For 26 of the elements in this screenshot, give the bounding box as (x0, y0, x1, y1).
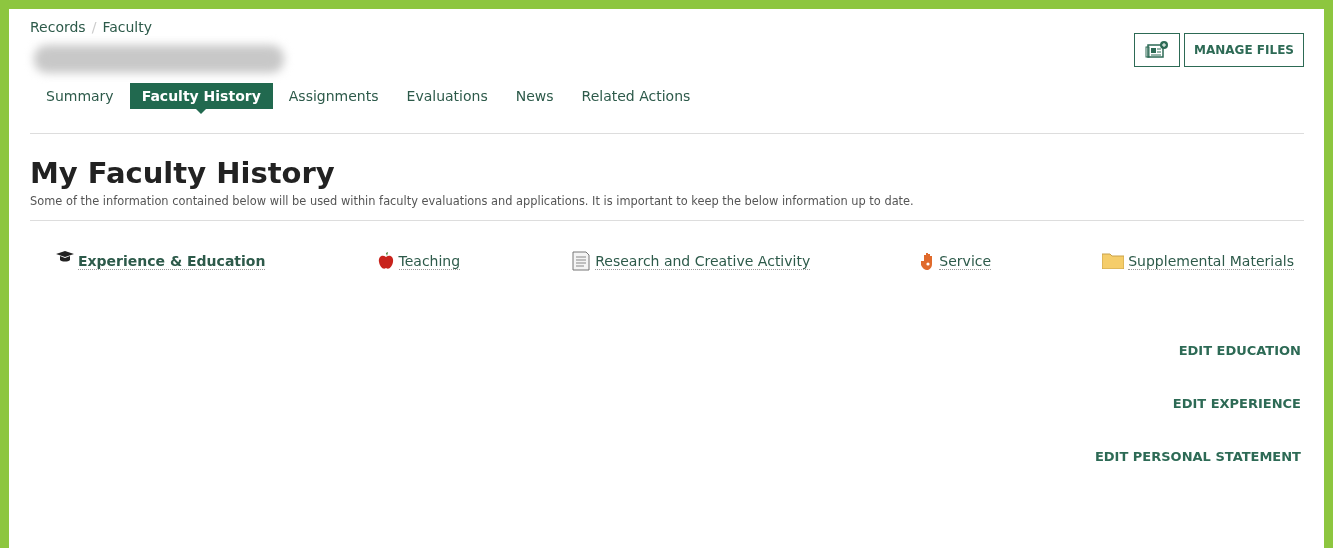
tab[interactable]: Assignments (276, 83, 391, 109)
tab[interactable]: Evaluations (394, 83, 500, 109)
tab[interactable]: Related Actions (569, 83, 703, 109)
edit-link[interactable]: EDIT PERSONAL STATEMENT (1094, 449, 1301, 464)
breadcrumb-link[interactable]: Records (30, 19, 86, 35)
add-document-icon (1145, 41, 1170, 59)
document-icon (571, 251, 592, 271)
edit-link[interactable]: EDIT EXPERIENCE (1172, 396, 1301, 411)
section-link[interactable]: Experience & Education (78, 252, 266, 270)
page-description: Some of the information contained below will be used within faculty evaluations and applications. It is important to keep the below information up to date. (30, 194, 1304, 221)
section-link[interactable]: Research and Creative Activity (595, 252, 811, 270)
breadcrumb-link[interactable]: Faculty (102, 19, 152, 35)
section-link[interactable]: Teaching (398, 252, 461, 270)
section-link[interactable]: Service (939, 252, 992, 270)
edit-link[interactable]: EDIT EDUCATION (1178, 343, 1301, 358)
apple-icon (376, 252, 395, 270)
section-link[interactable]: Supplemental Materials (1128, 252, 1294, 270)
manage-files-button[interactable]: MANAGE FILES (1184, 33, 1304, 67)
graduation-cap-icon (56, 251, 74, 263)
add-file-button[interactable] (1134, 33, 1181, 67)
folder-icon (1102, 253, 1125, 269)
tab[interactable]: News (503, 83, 566, 109)
tab[interactable]: Summary (34, 83, 126, 109)
breadcrumb-separator: / (91, 19, 97, 35)
page-title: My Faculty History (30, 156, 336, 190)
tab-pointer (196, 109, 207, 114)
